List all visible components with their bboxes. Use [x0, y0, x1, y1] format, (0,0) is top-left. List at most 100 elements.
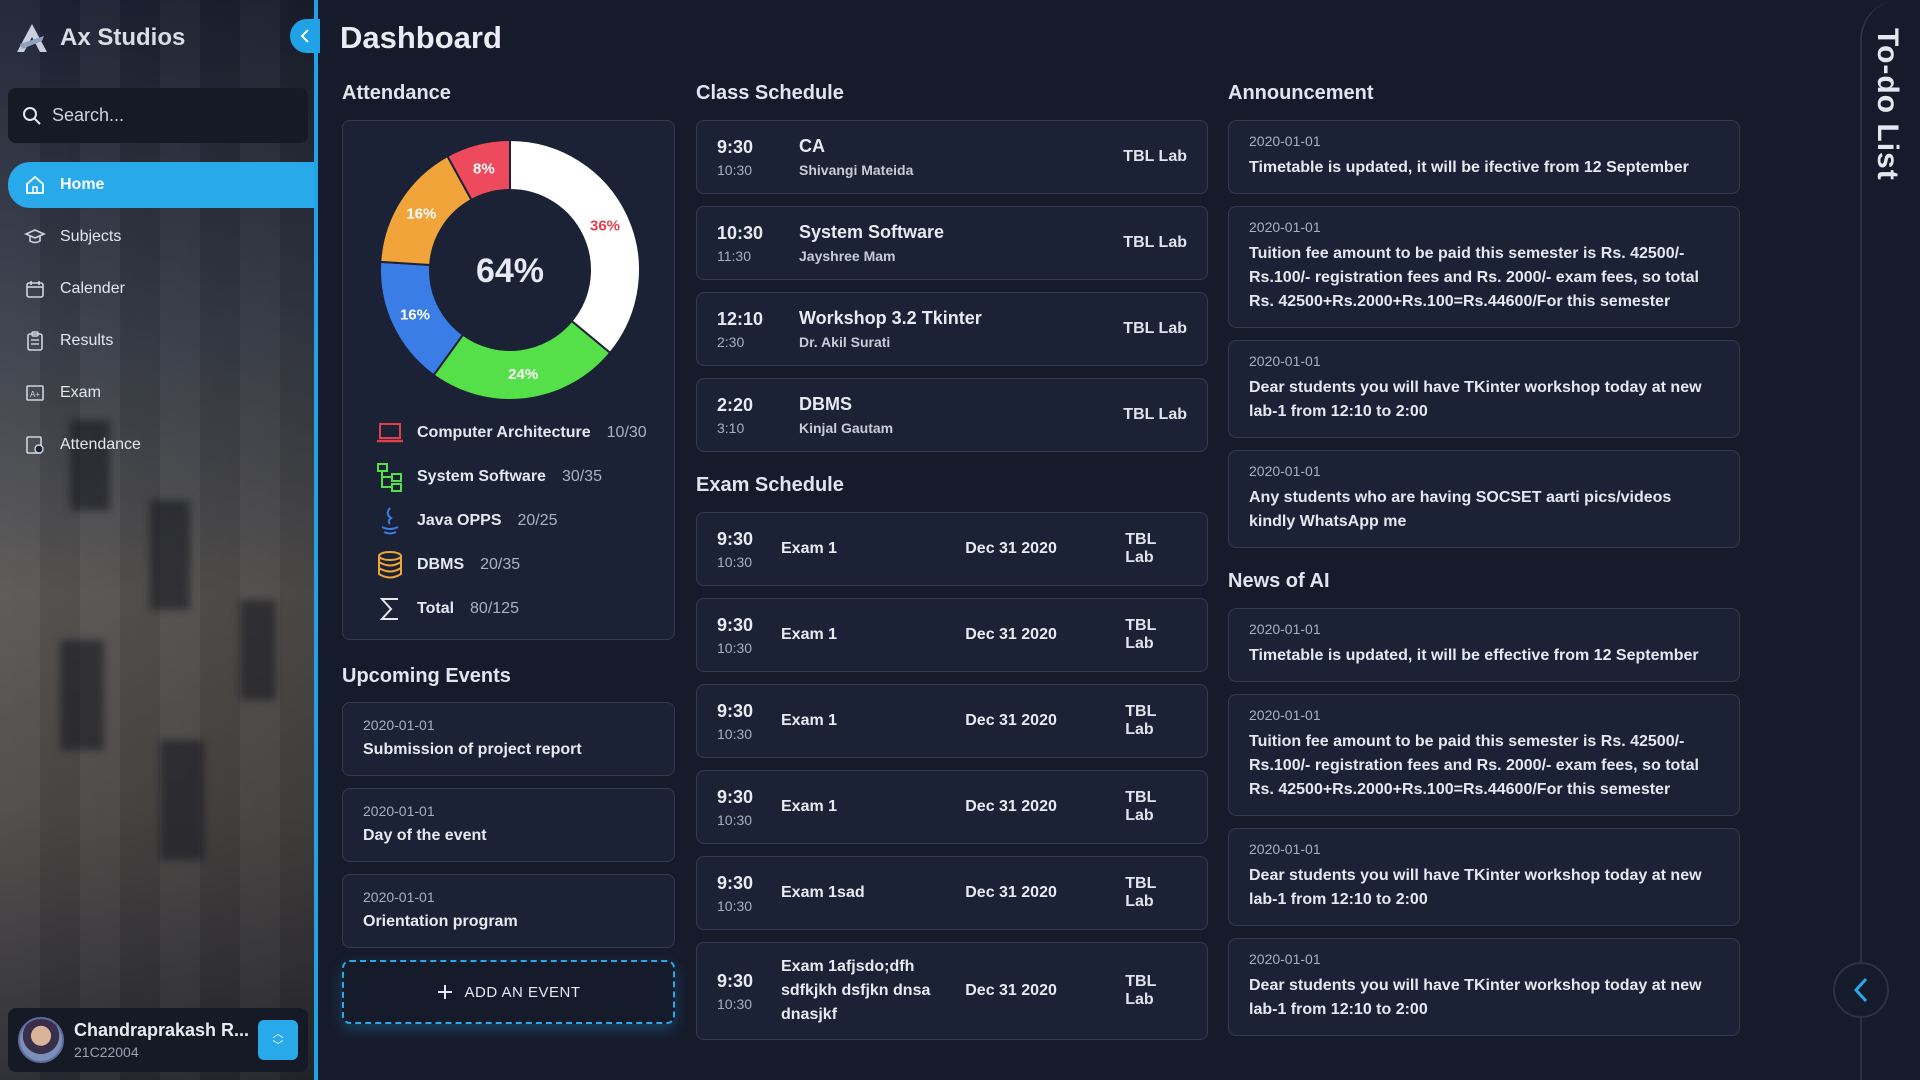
announcement-card[interactable]: 2020-01-01 Tuition fee amount to be paid… — [1228, 206, 1740, 328]
attendance-icon — [26, 436, 44, 454]
subject-count: 20/35 — [480, 556, 521, 573]
announcement-text: Any students who are having SOCSET aarti… — [1249, 489, 1672, 530]
donut-slice-label: 16% — [400, 307, 430, 324]
graduation-cap-icon — [24, 229, 46, 244]
exam-start-time: 9:30 — [717, 700, 754, 721]
sidebar-collapse-button[interactable] — [290, 19, 320, 53]
announcement-date: 2020-01-01 — [1249, 463, 1321, 479]
news-date: 2020-01-01 — [1249, 707, 1321, 723]
hierarchy-icon — [377, 463, 402, 492]
event-date: 2020-01-01 — [363, 803, 435, 819]
news-card[interactable]: 2020-01-01 Dear students you will have T… — [1228, 938, 1740, 1036]
sidebar-item-home[interactable]: Home — [8, 162, 314, 208]
news-date: 2020-01-01 — [1249, 841, 1321, 857]
user-profile[interactable]: Chandraprakash R... 21C22004 ︿ ﹀ — [8, 1008, 308, 1072]
news-title: News of AI — [1228, 570, 1330, 592]
sidebar-item-subjects[interactable]: Subjects — [8, 214, 314, 260]
news-date: 2020-01-01 — [1249, 621, 1321, 637]
exam-room: TBL Lab — [1125, 973, 1157, 1008]
sigma-icon — [379, 598, 398, 620]
news-card[interactable]: 2020-01-01 Tuition fee amount to be paid… — [1228, 694, 1740, 816]
event-card[interactable]: 2020-01-01 Day of the event — [342, 788, 675, 862]
class-start-time: 10:30 — [717, 222, 764, 243]
sidebar-item-exam[interactable]: A+ Exam — [8, 370, 314, 416]
exam-name: Exam 1afjsdo;dfh sdfkjkh dsfjkn dnsa dna… — [781, 958, 931, 1023]
class-card[interactable]: 2:20 3:10 DBMS Kinjal Gautam TBL Lab — [696, 378, 1208, 452]
background-window — [150, 500, 190, 610]
svg-text:A+: A+ — [30, 390, 40, 399]
news-card[interactable]: 2020-01-01 Timetable is updated, it will… — [1228, 608, 1740, 682]
announcement-card[interactable]: 2020-01-01 Timetable is updated, it will… — [1228, 120, 1740, 194]
exam-start-time: 9:30 — [717, 970, 754, 991]
subject-count: 10/30 — [606, 424, 647, 441]
sidebar-nav: Home Subjects Calender Results A+ Exam A… — [8, 162, 314, 474]
add-event-button[interactable]: ADD AN EVENT — [342, 960, 675, 1024]
news-card[interactable]: 2020-01-01 Dear students you will have T… — [1228, 828, 1740, 926]
list-item: Total 80/125 — [375, 587, 647, 631]
news-text: Tuition fee amount to be paid this semes… — [1249, 733, 1699, 798]
search-input[interactable] — [52, 105, 292, 126]
class-room: TBL Lab — [1123, 234, 1187, 251]
exam-date: Dec 31 2020 — [965, 540, 1057, 557]
exam-end-time: 10:30 — [717, 897, 753, 914]
event-text: Submission of project report — [363, 741, 582, 758]
background-window — [240, 600, 276, 700]
background-window — [160, 740, 204, 860]
exam-schedule-title: Exam Schedule — [696, 474, 844, 496]
sidebar-item-label: Home — [60, 176, 105, 193]
event-card[interactable]: 2020-01-01 Submission of project report — [342, 702, 675, 776]
sidebar-item-results[interactable]: Results — [8, 318, 314, 364]
exam-date: Dec 31 2020 — [965, 798, 1057, 815]
sidebar-item-attendance[interactable]: Attendance — [8, 422, 314, 468]
add-event-label: ADD AN EVENT — [464, 983, 581, 1001]
sidebar-item-label: Results — [60, 332, 114, 349]
attendance-center-label: 64% — [476, 252, 544, 290]
exam-card[interactable]: 9:30 10:30 Exam 1sad Dec 31 2020 TBL Lab — [696, 856, 1208, 930]
exam-card[interactable]: 9:30 10:30 Exam 1 Dec 31 2020 TBL Lab — [696, 512, 1208, 586]
announcement-card[interactable]: 2020-01-01 Any students who are having S… — [1228, 450, 1740, 548]
chevron-left-icon — [300, 29, 309, 43]
class-card[interactable]: 9:30 10:30 CA Shivangi Mateida TBL Lab — [696, 120, 1208, 194]
subject-name: System Software — [417, 468, 546, 485]
exam-card[interactable]: 9:30 10:30 Exam 1 Dec 31 2020 TBL Lab — [696, 684, 1208, 758]
user-menu-toggle[interactable]: ︿ ﹀ — [258, 1020, 298, 1060]
calendar-icon — [26, 281, 44, 298]
sidebar-item-label: Calender — [60, 280, 125, 297]
exam-date: Dec 31 2020 — [965, 982, 1057, 999]
subject-count: 20/25 — [517, 512, 558, 529]
brand-logo-icon — [17, 24, 47, 52]
class-schedule-title: Class Schedule — [696, 82, 844, 104]
announcement-title: Announcement — [1228, 82, 1374, 104]
brand[interactable]: Ax Studios — [14, 22, 185, 54]
exam-card[interactable]: 9:30 10:30 Exam 1afjsdo;dfh sdfkjkh dsfjk… — [696, 942, 1208, 1040]
class-card[interactable]: 12:10 2:30 Workshop 3.2 Tkinter Dr. Akil S… — [696, 292, 1208, 366]
search-icon — [23, 106, 41, 125]
class-card[interactable]: 10:30 11:30 System Software Jayshree Mam T… — [696, 206, 1208, 280]
subject-count: 80/125 — [470, 600, 519, 617]
exam-card[interactable]: 9:30 10:30 Exam 1 Dec 31 2020 TBL Lab — [696, 770, 1208, 844]
exam-start-time: 9:30 — [717, 872, 754, 893]
news-date: 2020-01-01 — [1249, 951, 1321, 967]
announcement-date: 2020-01-01 — [1249, 133, 1321, 149]
exam-room: TBL Lab — [1125, 703, 1157, 738]
exam-room: TBL Lab — [1125, 789, 1157, 824]
class-subject: System Software — [799, 222, 945, 242]
chevron-down-icon: ﹀ — [272, 1040, 284, 1052]
sidebar-item-label: Exam — [60, 384, 101, 401]
home-icon — [26, 175, 44, 194]
announcement-card[interactable]: 2020-01-01 Dear students you will have T… — [1228, 340, 1740, 438]
event-card[interactable]: 2020-01-01 Orientation program — [342, 874, 675, 948]
exam-icon: A+ — [26, 385, 44, 401]
todo-title: To-do List — [1871, 28, 1904, 181]
exam-name: Exam 1 — [781, 540, 838, 557]
sidebar-item-calender[interactable]: Calender — [8, 266, 314, 312]
class-room: TBL Lab — [1123, 320, 1187, 337]
todo-expand-button[interactable] — [1833, 962, 1889, 1018]
subject-name: Total — [417, 600, 455, 617]
exam-card[interactable]: 9:30 10:30 Exam 1 Dec 31 2020 TBL Lab — [696, 598, 1208, 672]
page-title: Dashboard — [340, 20, 502, 55]
sidebar: Ax Studios Home Subjects Calender Result… — [0, 0, 318, 1080]
search-box — [8, 88, 308, 143]
database-icon — [378, 551, 402, 579]
class-subject: Workshop 3.2 Tkinter — [799, 308, 982, 328]
